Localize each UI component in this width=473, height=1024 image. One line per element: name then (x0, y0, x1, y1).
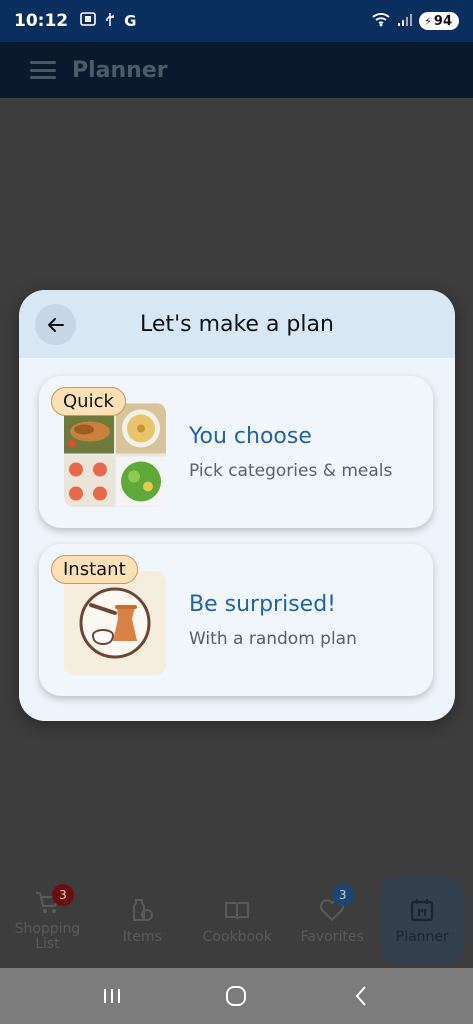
recent-apps-icon (104, 989, 121, 1003)
app-bar: Planner (0, 42, 473, 98)
coffee-pot-image (64, 571, 166, 675)
plan-dialog: Let's make a plan Quick You choose Pick … (19, 290, 455, 721)
shopping-list-count-badge: 3 (52, 884, 74, 906)
option-title: Be surprised! (189, 592, 336, 617)
signal-icon (397, 12, 413, 31)
home-button[interactable] (216, 981, 256, 1011)
nav-label: Cookbook (202, 928, 272, 945)
nav-label: Items (122, 928, 162, 945)
nav-items[interactable]: Items (95, 872, 190, 968)
chevron-left-icon (355, 986, 366, 1006)
calendar-icon (411, 898, 434, 921)
usb-icon (104, 12, 116, 31)
instant-badge: Instant (51, 555, 138, 584)
battery-level: 94 (433, 13, 452, 29)
screenshot-icon (80, 12, 96, 30)
option-you-choose[interactable]: Quick You choose Pick categories & meals (39, 376, 433, 528)
bottom-nav: 3 Shopping List Items Cookbook 3 Favorit… (0, 872, 473, 968)
back-button[interactable] (35, 304, 76, 345)
bolt-icon: ⚡ (424, 14, 432, 28)
option-subtitle: With a random plan (189, 629, 357, 649)
battery-indicator: ⚡ 94 (419, 12, 459, 30)
nav-favorites[interactable]: 3 Favorites (285, 872, 380, 968)
favorites-count-badge: 3 (331, 884, 354, 906)
meal-collage-image (64, 403, 166, 507)
recent-apps-button[interactable] (92, 981, 132, 1011)
option-be-surprised[interactable]: Instant Be surprised! With a random plan (39, 544, 433, 696)
menu-icon[interactable] (30, 61, 56, 79)
book-icon (225, 901, 250, 919)
nav-planner[interactable]: Planner (379, 876, 465, 964)
dialog-header: Let's make a plan (19, 290, 455, 358)
home-icon (226, 986, 247, 1006)
wifi-icon (371, 12, 391, 31)
dialog-title: Let's make a plan (140, 311, 334, 337)
nav-cookbook[interactable]: Cookbook (190, 872, 285, 968)
nav-label: Favorites (300, 928, 364, 945)
arrow-left-icon (47, 317, 64, 332)
option-title: You choose (189, 424, 312, 449)
items-icon (133, 898, 154, 921)
system-nav-bar (0, 968, 473, 1024)
quick-badge: Quick (51, 387, 126, 416)
status-bar: 10:12 G ⚡ 94 (0, 0, 473, 42)
carrier-letter: G (124, 12, 137, 30)
app-title: Planner (72, 57, 168, 83)
nav-label: Planner (395, 928, 449, 945)
nav-label: Shopping List (14, 921, 81, 952)
option-subtitle: Pick categories & meals (189, 461, 393, 481)
nav-shopping-list[interactable]: 3 Shopping List (0, 872, 95, 968)
status-time: 10:12 (14, 11, 69, 31)
system-back-button[interactable] (341, 981, 381, 1011)
